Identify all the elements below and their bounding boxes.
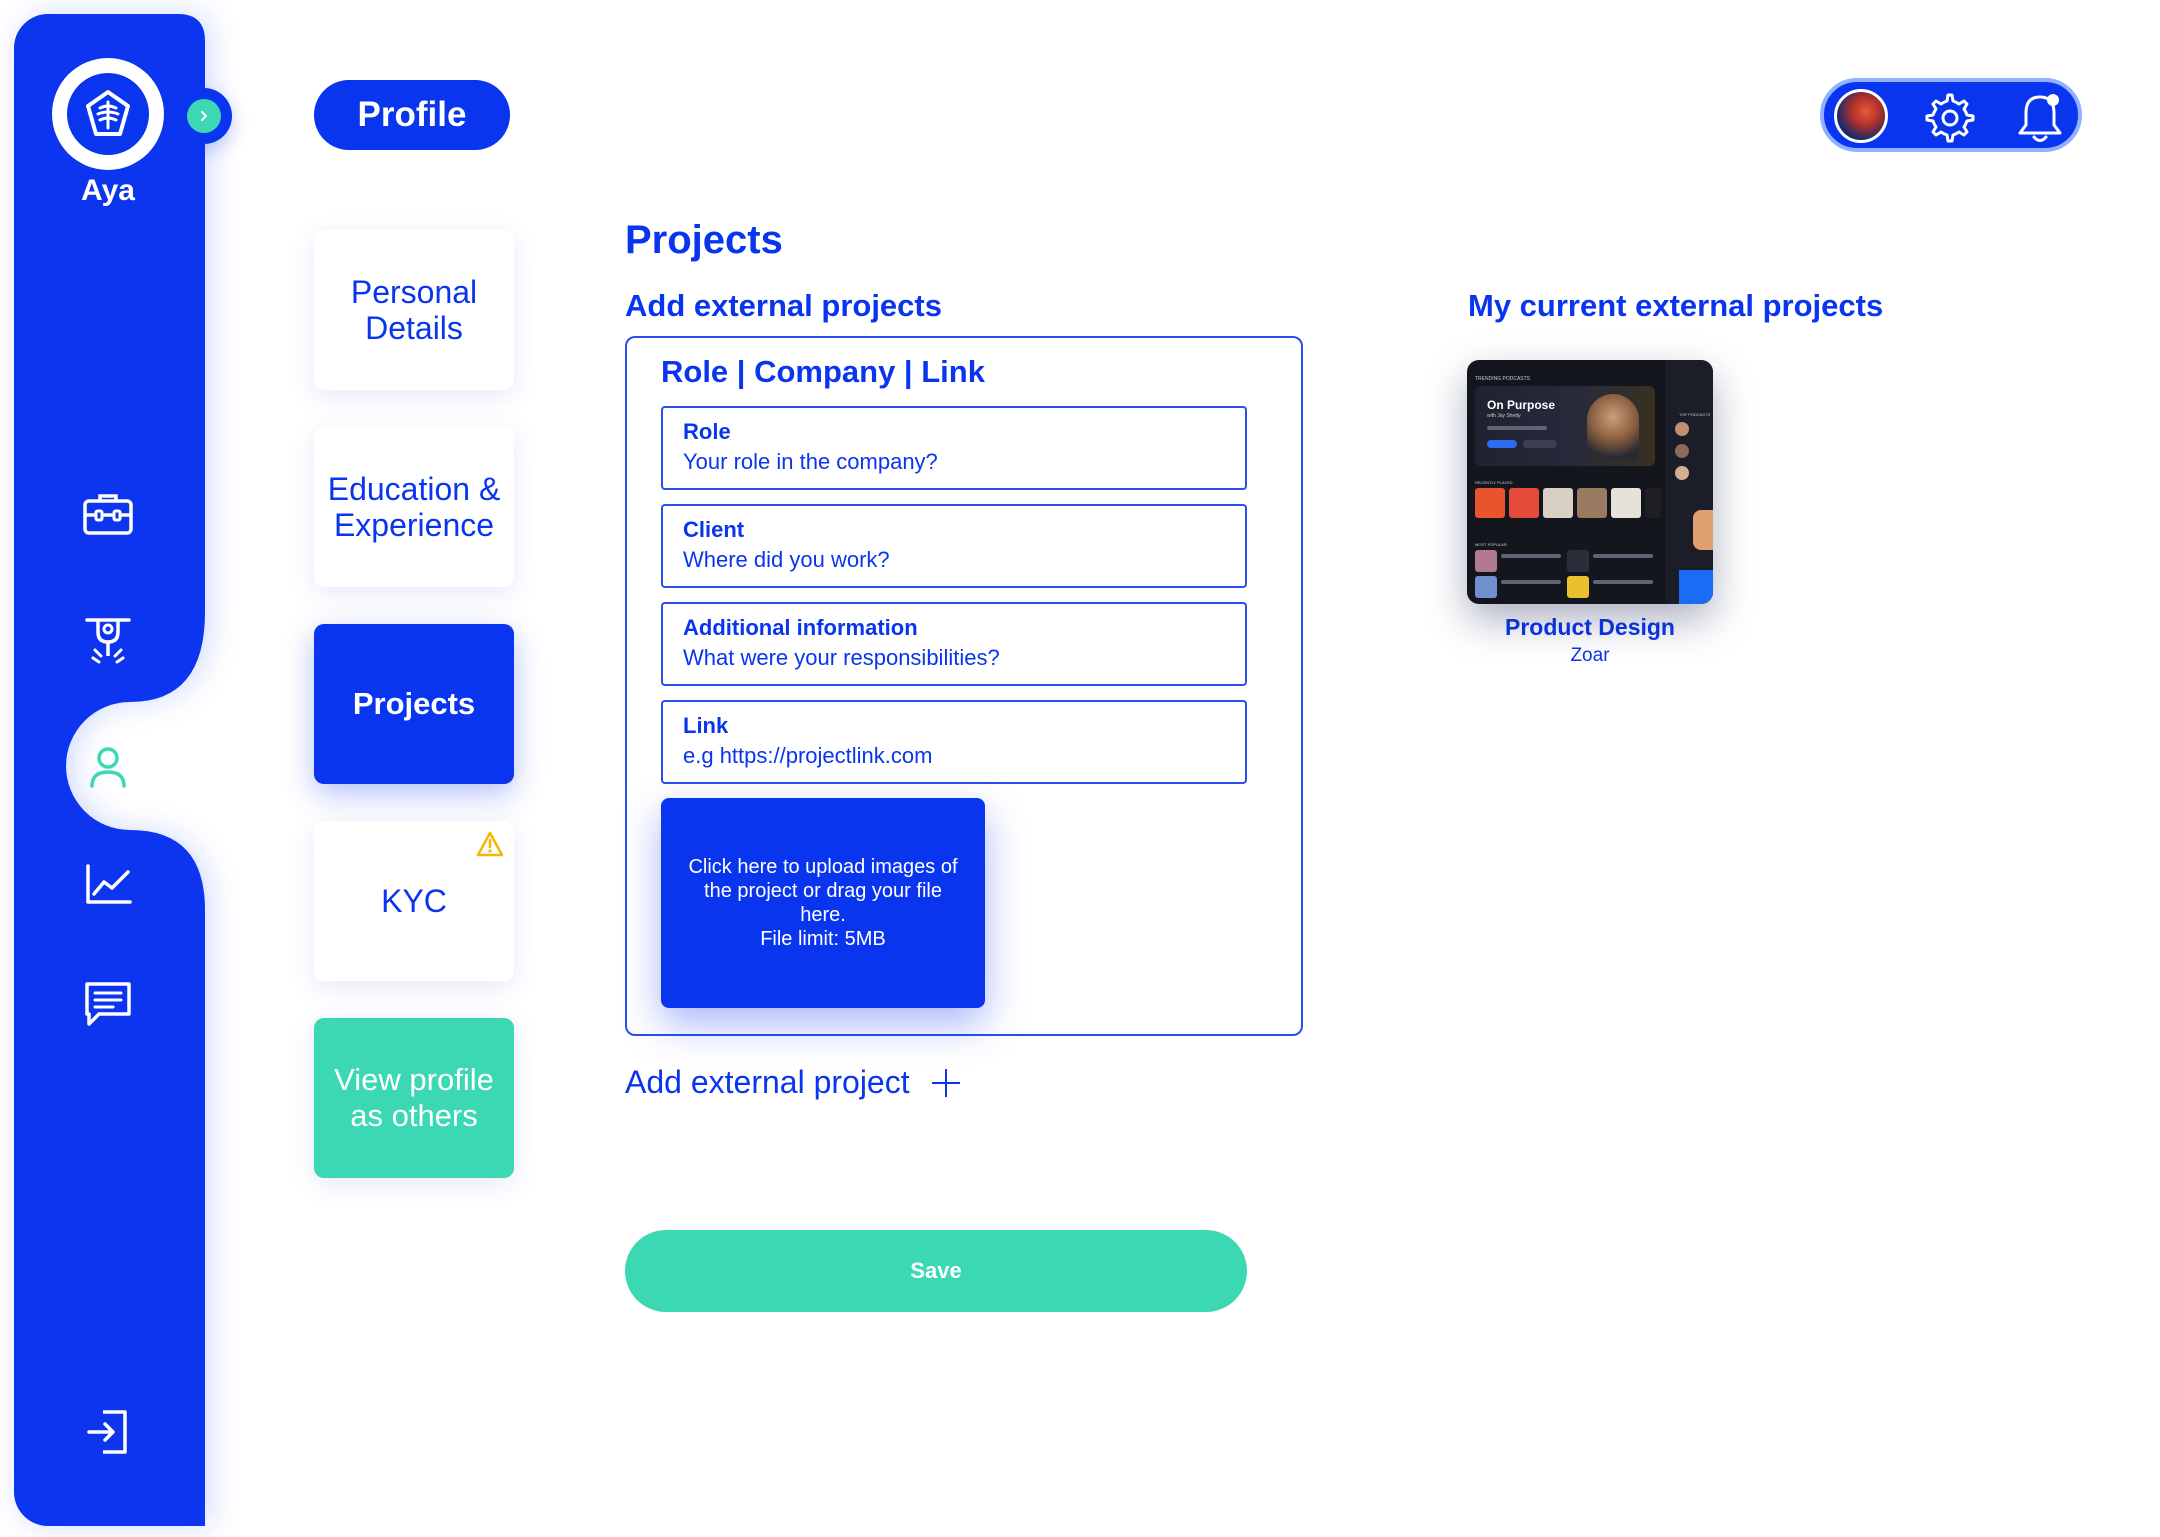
sidebar: Aya: [0, 0, 260, 1537]
nav-item-analytics[interactable]: [76, 852, 140, 916]
additional-info-field[interactable]: Additional information: [661, 602, 1247, 686]
thumbnail-host-photo: [1587, 394, 1639, 460]
upload-dropzone[interactable]: Click here to upload images of the proje…: [661, 798, 985, 1008]
link-input[interactable]: [683, 742, 1225, 770]
thumbnail-popular-label: MOST POPULAR: [1475, 542, 1507, 547]
nav-item-briefcase[interactable]: [76, 482, 140, 546]
tab-kyc[interactable]: KYC: [314, 821, 514, 981]
tools-icon: [85, 618, 131, 664]
nav-item-tools[interactable]: [76, 606, 140, 670]
plus-icon: [931, 1068, 960, 1097]
tab-personal-details[interactable]: Personal Details: [314, 230, 514, 390]
expand-sidebar-button[interactable]: [176, 88, 232, 144]
notifications-button[interactable]: [2014, 92, 2066, 144]
section-title: Projects: [625, 218, 783, 262]
add-projects-heading: Add external projects: [625, 288, 942, 323]
field-label: Client: [683, 517, 745, 542]
project-company: Zoar: [1570, 645, 1610, 666]
logout-button[interactable]: [76, 1400, 140, 1464]
thumbnail-title: On Purpose: [1487, 398, 1556, 412]
tab-education-experience[interactable]: Education & Experience: [314, 427, 514, 587]
thumbnail-subtitle: with Jay Shetty: [1487, 413, 1521, 419]
message-icon: [85, 982, 131, 1026]
additional-info-input[interactable]: [683, 644, 1225, 672]
tab-label: KYC: [381, 883, 447, 919]
thumbnail-play-button: [1487, 440, 1517, 448]
role-input[interactable]: [683, 448, 1225, 476]
tab-label: Education & Experience: [327, 471, 501, 543]
project-card[interactable]: TRENDING PODCASTS QUICK SEARCH On Purpos…: [1467, 360, 1713, 667]
page-title: Profile: [314, 80, 510, 150]
view-profile-as-others-button[interactable]: View profile as others: [314, 1018, 514, 1178]
thumbnail-side-panel: [1665, 360, 1713, 604]
thumbnail-subscribe-button: [1523, 440, 1557, 448]
client-field[interactable]: Client: [661, 504, 1247, 588]
project-name: Product Design: [1505, 614, 1675, 640]
nav-item-profile[interactable]: [76, 734, 140, 798]
top-actions-bar: [1820, 78, 2082, 152]
project-thumbnail: TRENDING PODCASTS QUICK SEARCH On Purpos…: [1467, 360, 1713, 604]
role-field[interactable]: Role: [661, 406, 1247, 490]
briefcase-icon: [83, 494, 133, 535]
thumbnail-header: TRENDING PODCASTS: [1475, 376, 1531, 382]
add-project-label: Add external project: [625, 1064, 910, 1100]
current-projects-heading: My current external projects: [1468, 288, 1884, 323]
gear-icon: [1925, 93, 1975, 143]
settings-button[interactable]: [1924, 92, 1976, 144]
save-button[interactable]: Save: [625, 1230, 1247, 1312]
thumbnail-top-label: TOP PODCASTS: [1679, 412, 1711, 417]
warning-icon: [476, 831, 504, 857]
logout-icon: [87, 1410, 127, 1454]
add-external-project-button[interactable]: Add external project: [625, 1064, 960, 1101]
field-label: Additional information: [683, 615, 918, 640]
tab-projects[interactable]: Projects: [314, 624, 514, 784]
thumbnail-recent-label: RECENTLY PLAYED: [1475, 480, 1513, 485]
field-label: Link: [683, 713, 729, 738]
palm-logo-icon: [67, 73, 149, 155]
avatar[interactable]: [1834, 89, 1888, 143]
user-icon: [90, 747, 126, 788]
tab-label: Personal Details: [350, 274, 478, 346]
brand-logo[interactable]: [52, 58, 164, 170]
chart-line-icon: [86, 864, 132, 904]
link-field[interactable]: Link: [661, 700, 1247, 784]
tab-label: View profile as others: [334, 1062, 494, 1133]
field-label: Role: [683, 419, 731, 444]
bell-icon: [2018, 94, 2062, 142]
upload-file-limit: File limit: 5MB: [760, 928, 886, 950]
chevron-right-icon: [187, 99, 221, 133]
client-input[interactable]: [683, 546, 1225, 574]
brand-name: Aya: [81, 174, 135, 207]
upload-instructions: Click here to upload images of the proje…: [688, 856, 958, 926]
nav-item-messages[interactable]: [76, 972, 140, 1036]
form-title: Role | Company | Link: [661, 354, 985, 389]
add-project-form: Role | Company | Link Role Client Additi…: [625, 336, 1303, 1036]
tab-label: Projects: [352, 686, 476, 721]
